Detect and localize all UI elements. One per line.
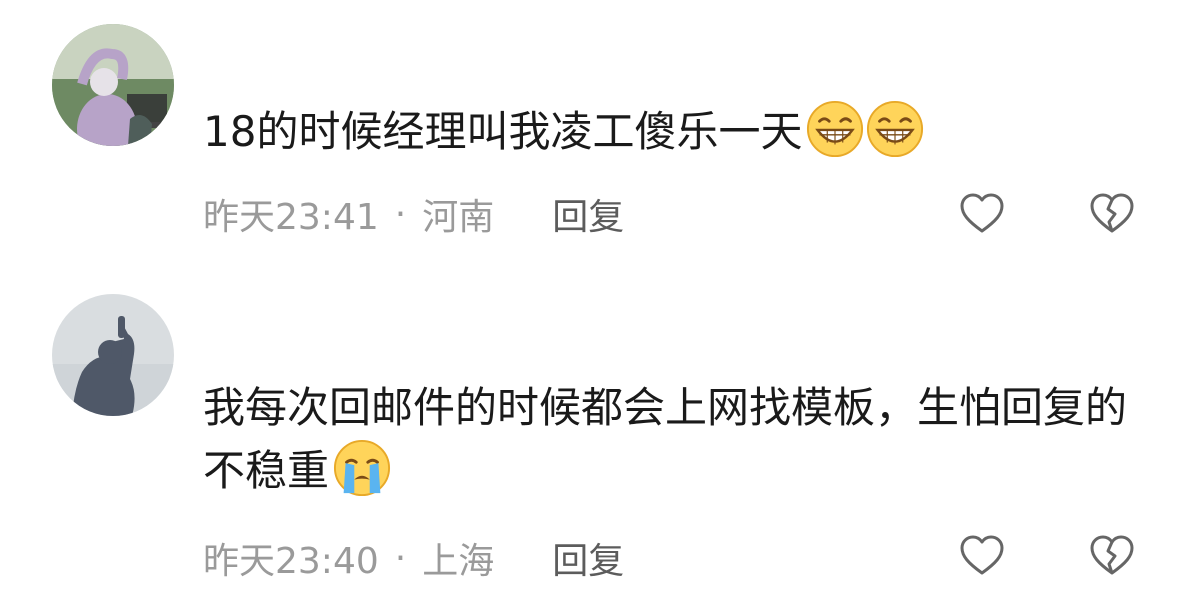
dislike-broken-heart-icon[interactable] <box>1088 190 1136 238</box>
comment-location: 河南 <box>422 197 495 238</box>
comment-time: 昨天23:41 <box>203 197 379 238</box>
loudly-crying-face-icon <box>333 439 391 497</box>
like-heart-icon[interactable] <box>958 190 1006 238</box>
comment-text: 我每次回邮件的时候都会上网找模板，生怕回复的不稳重 <box>203 377 1163 502</box>
comment-text: 18的时候经理叫我凌工傻乐一天 <box>203 100 1163 163</box>
grinning-face-icon <box>867 100 924 158</box>
comment-location: 上海 <box>422 541 495 582</box>
meta-separator: · <box>394 193 407 235</box>
avatar[interactable] <box>52 294 174 416</box>
comment-time: 昨天23:40 <box>203 541 379 582</box>
dislike-broken-heart-icon[interactable] <box>1088 532 1136 580</box>
grinning-face-icon <box>807 100 864 158</box>
reply-button[interactable]: 回复 <box>552 188 624 240</box>
like-heart-icon[interactable] <box>958 532 1006 580</box>
meta-separator: · <box>394 537 407 579</box>
comment-meta: 昨天23:41 · 河南 回复 <box>203 184 624 244</box>
avatar-photo <box>52 294 174 416</box>
comment-item: 我每次回邮件的时候都会上网找模板，生怕回复的不稳重 昨天23:40 · 上海 回… <box>0 270 1200 600</box>
avatar[interactable] <box>52 24 174 146</box>
comment-meta: 昨天23:40 · 上海 回复 <box>203 528 624 588</box>
comment-content: 18的时候经理叫我凌工傻乐一天 <box>203 107 803 156</box>
comment-list: 18的时候经理叫我凌工傻乐一天 昨天23:41 · 河南 回复 我每次回邮件的时… <box>0 0 1200 600</box>
comment-item: 18的时候经理叫我凌工傻乐一天 昨天23:41 · 河南 回复 <box>0 0 1200 270</box>
reply-button[interactable]: 回复 <box>552 532 624 584</box>
avatar-photo <box>52 24 174 146</box>
